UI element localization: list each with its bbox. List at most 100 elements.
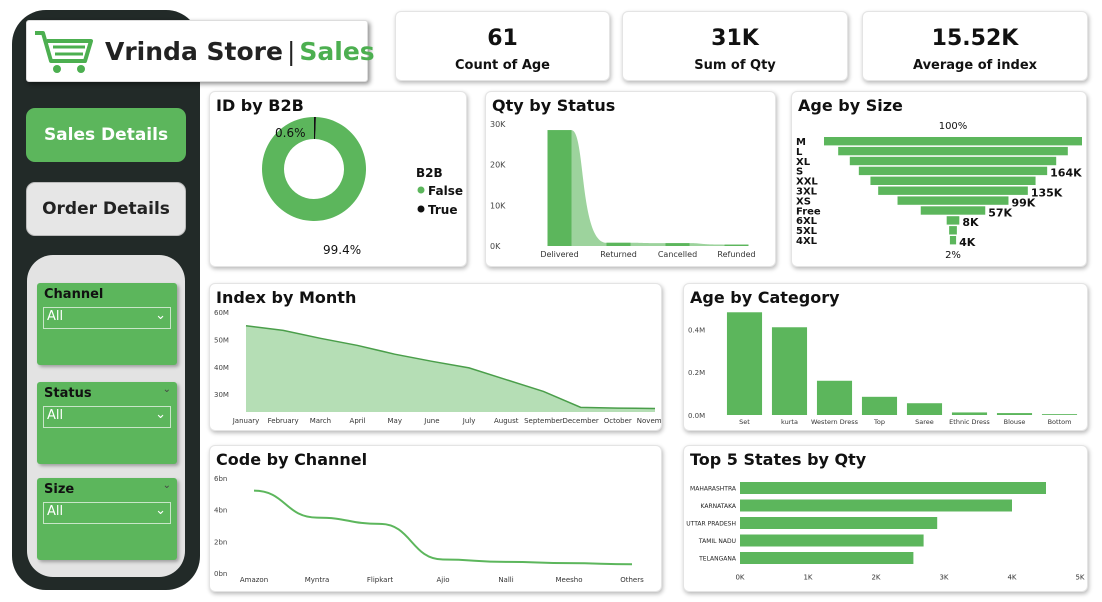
y-tick-label: 60M	[214, 309, 229, 317]
chart-card-age-by-category: Age by Category 0.4M 0.2M 0.0M Set kurta West…	[683, 283, 1088, 431]
chart-card-index-by-month: Index by Month 60M 50M 40M 30M January Februa…	[209, 283, 662, 431]
chevron-down-icon: ⌄	[155, 407, 166, 422]
y-tick-label: 2bn	[214, 538, 227, 546]
x-tick-label: Nalli	[498, 576, 513, 584]
chart-card-code-by-channel: Code by Channel 6bn 4bn 2bn 0bn Amazon Myntra…	[209, 445, 662, 592]
age-by-category-chart: 0.4M 0.2M 0.0M Set kurta Western Dress Top Sare…	[688, 312, 1078, 426]
bar-uttar-pradesh	[740, 517, 938, 529]
kpi-label: Count of Age	[454, 58, 551, 73]
x-tick-label: July	[462, 417, 476, 425]
chevron-down-icon: ⌄	[155, 308, 166, 323]
data-label-true: 0.6%	[275, 126, 306, 140]
brand-logo: Vrinda Store | Sales	[26, 20, 375, 82]
category-label: TELANGANA	[698, 556, 737, 563]
y-tick-label: 0.4M	[688, 326, 705, 334]
bar-bottom	[1041, 414, 1078, 415]
legend-title: B2B	[416, 166, 443, 180]
kpi-label: Average of index	[912, 58, 1038, 73]
x-tick-label: 0K	[735, 574, 744, 582]
area-fill	[246, 325, 655, 412]
x-tick-label: Western Dress	[811, 418, 859, 426]
kpi-card-average-of-index: 15.52K Average of index	[862, 11, 1088, 81]
size-dropdown-value: All	[47, 504, 64, 519]
funnel-bar-m	[824, 137, 1082, 146]
data-label: 164K	[1050, 167, 1082, 180]
kpi-value: 31K	[711, 26, 759, 51]
category-label: UTTAR PRADESH	[686, 521, 736, 528]
status-filter: Status ⌄ All ⌄	[37, 382, 177, 464]
brand-section: Sales	[299, 37, 375, 66]
funnel-bar-xs	[897, 196, 1009, 205]
kpi-value: 15.52K	[931, 26, 1019, 51]
y-tick-label: 0bn	[214, 570, 227, 578]
x-tick-label: 4K	[1007, 574, 1016, 582]
brand-separator: |	[286, 37, 296, 66]
y-tick-label: 0.0M	[688, 412, 705, 420]
status-filter-label: Status	[44, 386, 92, 401]
x-tick-label: Myntra	[305, 576, 330, 584]
channel-dropdown[interactable]: All ⌄	[43, 307, 171, 329]
filter-panel: Channel All ⌄ Status ⌄ All ⌄ Size ⌄ All …	[27, 255, 185, 577]
status-dropdown[interactable]: All ⌄	[43, 406, 171, 428]
x-tick-label: Refunded	[717, 250, 755, 259]
x-tick-label: February	[268, 417, 299, 425]
funnel-bar-s	[858, 166, 1048, 176]
bar-refunded	[724, 244, 749, 246]
bar-kurta	[771, 327, 808, 415]
x-tick-label: September	[524, 417, 563, 425]
x-tick-label: Returned	[600, 250, 637, 259]
ribbon-area	[547, 130, 749, 246]
channel-dropdown-value: All	[47, 309, 64, 324]
x-tick-label: June	[423, 417, 439, 425]
funnel-bar-l	[838, 146, 1068, 156]
chart-card-top-5-states-by-qty: Top 5 States by Qty MAHARASHTRA KARNATAKA…	[683, 445, 1088, 592]
y-tick-label: 0.2M	[688, 369, 705, 377]
size-filter: Size ⌄ All ⌄	[37, 478, 177, 560]
x-tick-label: kurta	[781, 418, 798, 426]
chart-card-age-by-size: Age by Size 100% M L XL S 164K XXL 3XL 135K XS 99K…	[791, 91, 1087, 267]
x-tick-label: March	[310, 417, 331, 425]
x-tick-label: Ajio	[437, 576, 450, 584]
sales-details-button[interactable]: Sales Details	[26, 108, 186, 162]
x-tick-label: Amazon	[240, 576, 268, 584]
legend-label-false: False	[428, 184, 463, 198]
x-tick-label: Flipkart	[367, 576, 393, 584]
x-tick-label: Blouse	[1004, 418, 1026, 426]
y-tick-label: 6bn	[214, 475, 227, 483]
bar-set	[726, 312, 763, 415]
kpi-value: 61	[487, 26, 518, 51]
legend-marker-true	[417, 205, 425, 213]
x-tick-label: 2K	[871, 574, 880, 582]
id-by-b2b-chart: 0.6% 99.4% B2B False True	[262, 117, 463, 257]
category-label: KARNATAKA	[701, 503, 737, 510]
category-label: MAHARASHTRA	[690, 486, 737, 493]
category-label: TAMIL NADU	[698, 538, 736, 545]
kpi-card-count-of-age: 61 Count of Age	[395, 11, 610, 81]
x-tick-label: January	[232, 417, 260, 425]
data-label: 135K	[1031, 187, 1063, 200]
x-tick-label: November	[637, 417, 661, 425]
age-by-size-chart: 100%MLXLS 164KXXL3XL 135KXS 99KFree 57K6XL 8K…	[796, 121, 1082, 261]
y-tick-label: 40M	[214, 364, 229, 372]
funnel-bar-free	[920, 206, 986, 215]
code-by-channel-chart: 6bn 4bn 2bn 0bn Amazon Myntra Flipkart Ajio Nall…	[214, 475, 644, 584]
size-dropdown[interactable]: All ⌄	[43, 502, 171, 524]
x-tick-label: Saree	[915, 418, 934, 426]
chevron-down-icon[interactable]: ⌄	[163, 384, 171, 395]
brand-title: Vrinda Store | Sales	[105, 37, 375, 66]
y-tick-label: 4bn	[214, 507, 227, 515]
order-details-button[interactable]: Order Details	[26, 182, 186, 236]
brand-name: Vrinda Store	[105, 37, 283, 66]
x-tick-label: Top	[873, 418, 885, 426]
bar-cancelled	[665, 243, 690, 246]
data-label: 99K	[1011, 196, 1035, 209]
x-tick-label: October	[604, 417, 632, 425]
x-tick-label: December	[562, 417, 598, 425]
bar-western-dress	[816, 380, 853, 415]
data-label: 4K	[959, 236, 976, 249]
y-tick-label: 30M	[214, 391, 229, 399]
size-filter-label: Size	[44, 482, 75, 497]
chevron-down-icon[interactable]: ⌄	[163, 480, 171, 491]
channel-filter: Channel All ⌄	[37, 283, 177, 365]
top-5-states-by-qty-chart: MAHARASHTRA KARNATAKA UTTAR PRADESH TAMIL N…	[686, 482, 1085, 582]
